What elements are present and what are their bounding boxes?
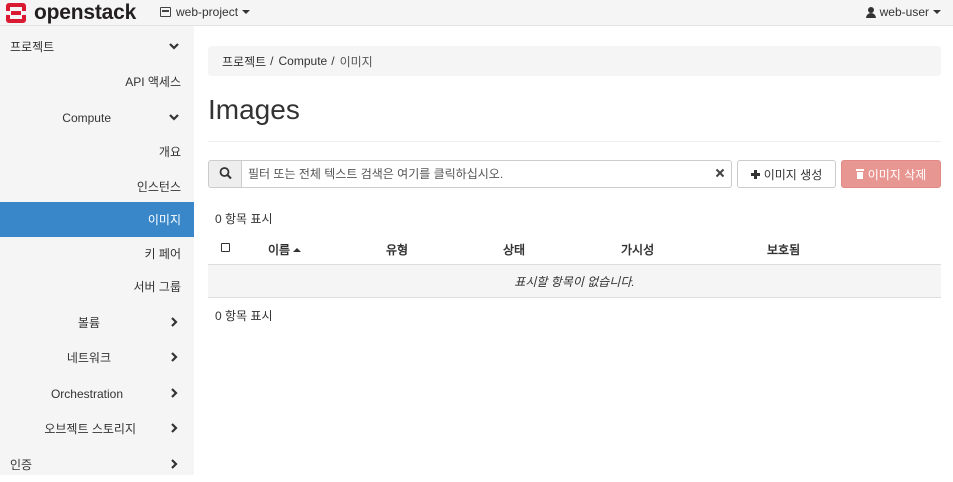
item-count-top: 0 항목 표시 <box>215 212 273 226</box>
search-input[interactable] <box>241 160 732 188</box>
sidebar-item-label: Compute <box>62 110 111 125</box>
sidebar-item-compute[interactable]: Compute <box>0 100 194 135</box>
sidebar-item-label: 인증 <box>10 458 33 472</box>
select-all-checkbox[interactable] <box>221 243 230 252</box>
sidebar-item-label: Orchestration <box>50 386 123 401</box>
breadcrumb-current: 이미지 <box>339 54 373 69</box>
project-icon <box>160 7 171 17</box>
sidebar: 프로젝트 API 액세스 Compute 개요 인스턴스 이미지 키 페어 서버… <box>0 26 194 475</box>
search-icon <box>219 167 232 180</box>
project-selector[interactable]: web-project <box>160 5 251 19</box>
empty-table-row: 표시할 항목이 없습니다. <box>208 265 941 298</box>
breadcrumb: 프로젝트 / Compute / 이미지 <box>208 46 941 76</box>
chevron-right-icon <box>168 458 180 470</box>
sidebar-item-network[interactable]: 네트워크 <box>0 340 194 375</box>
breadcrumb-separator: / <box>270 54 274 68</box>
sidebar-item-label: 키 페어 <box>144 247 181 261</box>
sidebar-item-label: 네트워크 <box>66 351 111 365</box>
sidebar-item-object-storage[interactable]: 오브젝트 스토리지 <box>0 411 194 446</box>
chevron-right-icon <box>168 387 180 399</box>
search-addon <box>208 160 242 188</box>
brand-name: openstack <box>34 1 137 24</box>
breadcrumb-link-project[interactable]: 프로젝트 <box>222 53 266 70</box>
sidebar-item-label: 오브젝트 스토리지 <box>44 422 136 436</box>
openstack-logo[interactable]: openstack <box>4 1 137 24</box>
chevron-down-icon <box>168 40 180 52</box>
chevron-right-icon <box>168 316 180 328</box>
empty-message: 표시할 항목이 없습니다. <box>514 274 635 289</box>
user-icon <box>865 6 876 18</box>
sidebar-item-label: API 액세스 <box>125 75 181 89</box>
sidebar-item-volumes[interactable]: 볼륨 <box>0 305 194 340</box>
sidebar-item-api-access[interactable]: API 액세스 <box>0 64 194 99</box>
sidebar-item-overview[interactable]: 개요 <box>0 134 194 169</box>
sidebar-item-server-groups[interactable]: 서버 그룹 <box>0 269 194 304</box>
column-type-header[interactable]: 유형 <box>386 241 408 258</box>
item-count-bottom: 0 항목 표시 <box>215 309 273 323</box>
table-header: 이름 유형 상태 가시성 보호됨 <box>208 232 941 265</box>
user-name: web-user <box>879 5 929 19</box>
sidebar-item-images[interactable]: 이미지 <box>0 202 194 237</box>
sidebar-item-key-pairs[interactable]: 키 페어 <box>0 236 194 271</box>
main-content: 프로젝트 / Compute / 이미지 Images 이미지 생성 이미지 삭… <box>194 26 953 475</box>
breadcrumb-separator: / <box>331 54 335 68</box>
chevron-right-icon <box>168 351 180 363</box>
sidebar-item-label: 이미지 <box>147 213 181 227</box>
trash-icon <box>855 169 864 179</box>
clear-search-icon[interactable] <box>714 167 726 179</box>
user-menu[interactable]: web-user <box>865 5 941 19</box>
sidebar-item-label: 볼륨 <box>77 316 100 330</box>
openstack-logo-icon <box>4 2 28 24</box>
top-navbar: openstack web-project web-user <box>0 0 953 26</box>
caret-down-icon <box>933 10 941 14</box>
column-visibility-header[interactable]: 가시성 <box>621 241 654 258</box>
sidebar-item-project[interactable]: 프로젝트 <box>0 29 194 64</box>
sidebar-item-label: 서버 그룹 <box>133 280 182 294</box>
title-divider <box>208 141 941 142</box>
chevron-down-icon <box>168 111 180 123</box>
chevron-right-icon <box>168 422 180 434</box>
sidebar-item-label: 프로젝트 <box>10 40 55 54</box>
plus-icon <box>750 169 760 179</box>
create-image-button[interactable]: 이미지 생성 <box>737 160 836 188</box>
sidebar-item-label: 인스턴스 <box>136 180 181 194</box>
column-protected-header[interactable]: 보호됨 <box>767 241 800 258</box>
sidebar-item-identity[interactable]: 인증 <box>0 447 194 482</box>
delete-images-button[interactable]: 이미지 삭제 <box>841 160 941 188</box>
column-name-header[interactable]: 이름 <box>268 241 302 258</box>
page-title: Images <box>208 94 300 125</box>
breadcrumb-link-compute[interactable]: Compute <box>279 54 328 68</box>
delete-images-label: 이미지 삭제 <box>867 167 927 182</box>
filter-search <box>208 160 732 188</box>
caret-down-icon <box>242 10 251 14</box>
sidebar-item-orchestration[interactable]: Orchestration <box>0 376 194 411</box>
sidebar-item-label: 개요 <box>158 145 181 159</box>
sidebar-item-instances[interactable]: 인스턴스 <box>0 169 194 204</box>
sort-ascending-icon <box>293 248 302 252</box>
create-image-label: 이미지 생성 <box>763 167 823 182</box>
column-status-header[interactable]: 상태 <box>503 241 525 258</box>
project-name: web-project <box>176 5 239 19</box>
